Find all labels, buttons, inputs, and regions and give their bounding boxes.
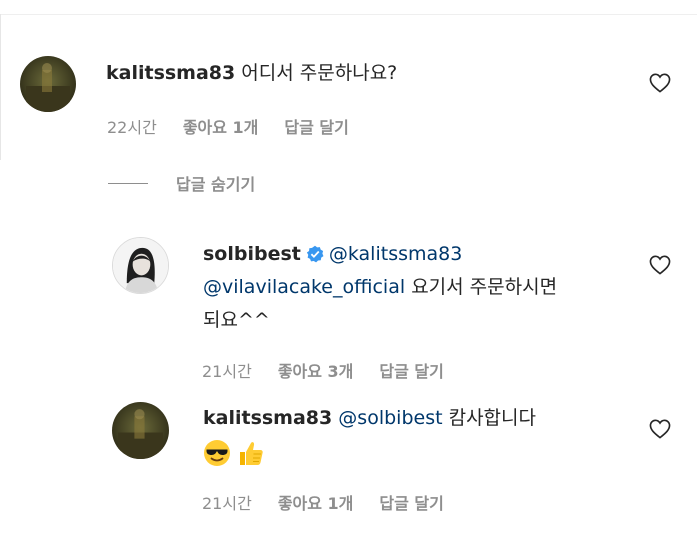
smiling-face-with-sunglasses-emoji (204, 440, 230, 466)
heart-outline-icon[interactable] (649, 73, 671, 93)
avatar[interactable] (112, 402, 169, 459)
hide-replies-button[interactable]: 답글 숨기기 (108, 171, 255, 195)
reply-button[interactable]: 답글 달기 (379, 490, 443, 514)
top-divider (0, 14, 697, 15)
timestamp[interactable]: 21시간 (202, 490, 252, 514)
reply-button[interactable]: 답글 달기 (284, 114, 348, 138)
heart-outline-icon[interactable] (649, 255, 671, 275)
hide-replies-label: 답글 숨기기 (176, 175, 256, 194)
comment-text: kalitssma83 어디서 주문하나요? (106, 57, 397, 90)
timestamp[interactable]: 21시간 (202, 358, 252, 382)
reply-body: 요기서 주문하시면 (411, 276, 558, 298)
avatar[interactable] (112, 237, 169, 294)
comment-body: 어디서 주문하나요? (241, 62, 398, 84)
left-divider (0, 14, 1, 160)
comment-meta: 22시간 좋아요 1개 답글 달기 (107, 114, 349, 138)
mention-link[interactable]: @solbibest (338, 407, 442, 429)
mention-link[interactable]: @vilavilacake_official (203, 276, 405, 298)
likes-count[interactable]: 좋아요 1개 (183, 114, 259, 138)
heart-outline-icon[interactable] (649, 419, 671, 439)
reply-meta: 21시간 좋아요 1개 답글 달기 (202, 490, 444, 514)
reply-text: kalitssma83 @solbibest 캄사합니다 (203, 402, 643, 474)
avatar[interactable] (20, 56, 76, 112)
reply-body: 캄사합니다 (448, 407, 536, 429)
divider-dash (108, 182, 148, 184)
mention-link[interactable]: @kalitssma83 (329, 243, 462, 265)
verified-badge-icon (306, 245, 324, 263)
likes-count[interactable]: 좋아요 3개 (278, 358, 354, 382)
username[interactable]: kalitssma83 (106, 62, 235, 84)
likes-count[interactable]: 좋아요 1개 (278, 490, 354, 514)
reply-meta: 21시간 좋아요 3개 답글 달기 (202, 358, 444, 382)
reply-button[interactable]: 답글 달기 (379, 358, 443, 382)
username[interactable]: solbibest (203, 243, 301, 265)
timestamp[interactable]: 22시간 (107, 114, 157, 138)
thumbs-up-emoji (240, 442, 263, 465)
reply-text: solbibest @kalitssma83 @vilavilacake_offi… (203, 238, 643, 337)
reply-body: 되요^^ (203, 309, 270, 331)
username[interactable]: kalitssma83 (203, 407, 332, 429)
